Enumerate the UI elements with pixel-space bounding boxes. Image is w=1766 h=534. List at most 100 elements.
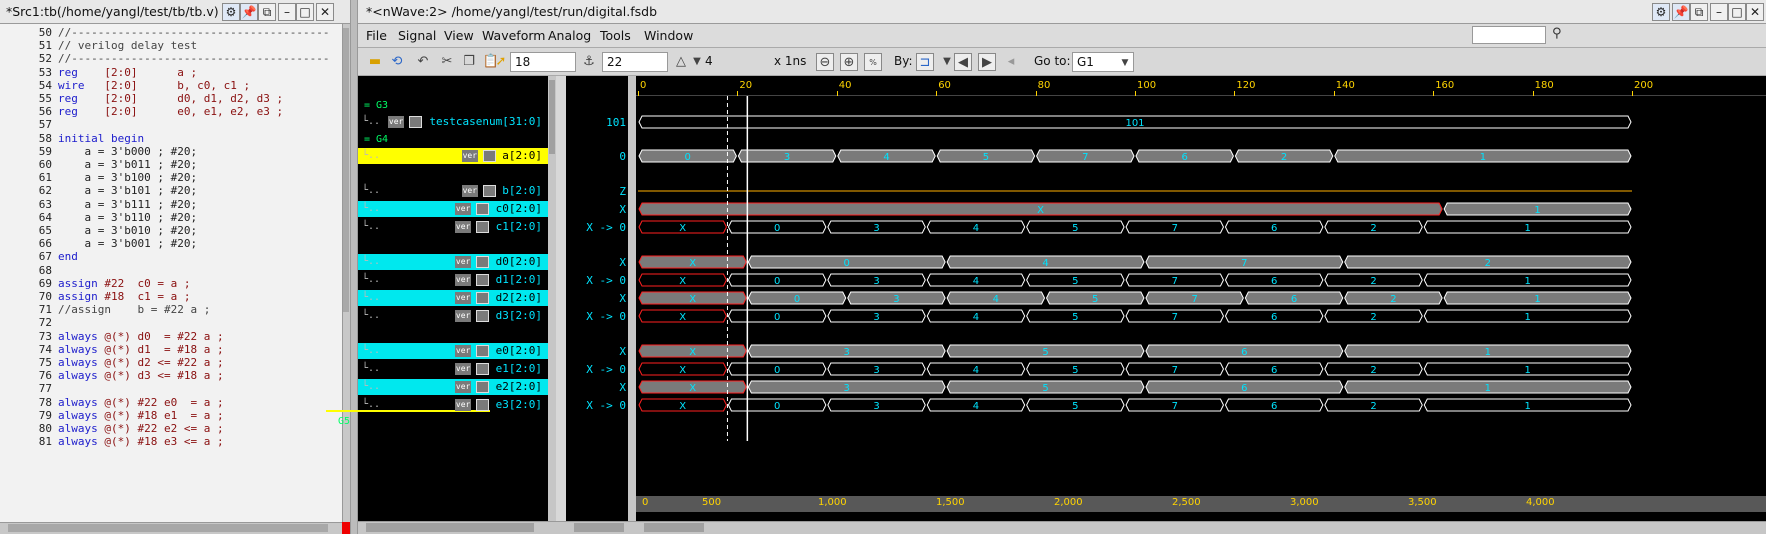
signal-format-icon[interactable] xyxy=(409,116,423,128)
signal-row[interactable]: └.. ver a[2:0] xyxy=(358,148,548,164)
cut-icon[interactable]: ✂ xyxy=(438,53,456,71)
waveform-horizontal-scroll-thumb[interactable] xyxy=(644,523,704,532)
signal-format-icon[interactable] xyxy=(476,274,490,286)
minimize-icon[interactable]: – xyxy=(278,3,296,21)
menu-file[interactable]: File xyxy=(366,28,387,43)
menu-waveform[interactable]: Waveform xyxy=(482,28,545,43)
signal-row[interactable]: └.. ver c0[2:0] xyxy=(358,201,548,217)
signal-row[interactable]: └.. ver e1[2:0] xyxy=(358,361,548,377)
menu-window[interactable]: Window xyxy=(644,28,693,43)
source-code-area[interactable]: 50 //------------------------------------… xyxy=(0,24,342,522)
maximize-icon[interactable]: □ xyxy=(1728,3,1746,21)
group-g4[interactable]: = G4 xyxy=(364,134,388,145)
group-g5[interactable]: G5 xyxy=(338,416,350,427)
marker-icon[interactable]: ⚓ xyxy=(580,53,598,71)
wave-value-label: 0 xyxy=(774,401,780,412)
signal-format-icon[interactable] xyxy=(476,292,490,304)
signal-row[interactable]: └.. ver e0[2:0] xyxy=(358,343,548,359)
signal-row[interactable]: └.. ver d2[2:0] xyxy=(358,290,548,306)
signal-row[interactable]: └.. ver b[2:0] xyxy=(358,183,548,199)
value-horizontal-scroll-thumb[interactable] xyxy=(574,523,624,532)
signal-row[interactable]: └.. ver c1[2:0] xyxy=(358,219,548,235)
signal-format-icon[interactable] xyxy=(476,345,490,357)
code-token: @(*) #18 e3 <= a ; xyxy=(97,435,224,449)
signal-horizontal-scroll-thumb[interactable] xyxy=(366,523,534,532)
cursor-time-field[interactable]: 18 xyxy=(510,52,576,72)
reload-icon[interactable]: ⟲ xyxy=(388,53,406,71)
chevron-down-icon[interactable]: ▼ xyxy=(1116,54,1134,72)
jump-icon[interactable]: ◂ xyxy=(1002,53,1020,71)
dock-icon[interactable]: ⧉ xyxy=(1690,3,1708,21)
search-icon[interactable]: ⚲ xyxy=(1552,26,1562,41)
line-number: 68 xyxy=(38,263,52,277)
signal-format-icon[interactable] xyxy=(476,399,490,411)
signal-vertical-scroll-thumb[interactable] xyxy=(549,80,555,154)
signal-format-icon[interactable] xyxy=(482,150,496,162)
dock-icon[interactable]: ⧉ xyxy=(258,3,276,21)
signal-row[interactable]: └.. ver d3[2:0] xyxy=(358,308,548,324)
group-g3[interactable]: = G3 xyxy=(364,100,388,111)
signal-name: d2[2:0] xyxy=(495,291,542,304)
signal-row[interactable]: └.. ver e2[2:0] xyxy=(358,379,548,395)
search-forward-icon[interactable]: ▶ xyxy=(978,53,996,71)
line-number: 81 xyxy=(38,435,52,449)
minimize-icon[interactable]: – xyxy=(1710,3,1728,21)
gear-icon[interactable]: ⚙ xyxy=(1652,3,1670,21)
zoom-out-icon[interactable]: ⊖ xyxy=(816,53,834,71)
source-vertical-scroll-thumb[interactable] xyxy=(343,28,349,312)
signal-type-tag: ver xyxy=(455,363,472,375)
line-number: 65 xyxy=(38,224,52,237)
menu-signal[interactable]: Signal xyxy=(398,28,436,43)
search-input[interactable] xyxy=(1472,26,1546,44)
signal-row[interactable]: └.. ver testcasenum[31:0] xyxy=(358,114,548,130)
signal-format-icon[interactable] xyxy=(476,381,490,393)
close-icon[interactable]: ✕ xyxy=(1746,3,1764,21)
source-horizontal-scroll-thumb[interactable] xyxy=(8,524,328,532)
undo-icon[interactable]: ↶ xyxy=(414,53,432,71)
menu-analog[interactable]: Analog xyxy=(548,28,591,43)
marker-time-field[interactable]: 22 xyxy=(602,52,668,72)
signal-row[interactable]: └.. ver d1[2:0] xyxy=(358,272,548,288)
copy-icon[interactable]: ❐ xyxy=(460,53,478,71)
code-token: //--------------------------------------… xyxy=(58,26,330,39)
signal-format-icon[interactable] xyxy=(476,310,490,322)
code-line: a = 3'b110 ; #20; xyxy=(58,211,197,224)
zoom-in-icon[interactable]: ⊕ xyxy=(840,53,858,71)
time-ruler[interactable] xyxy=(636,76,1766,96)
signal-format-icon[interactable] xyxy=(476,221,490,233)
wave-value-label: 4 xyxy=(973,401,979,412)
signal-format-icon[interactable] xyxy=(476,256,490,268)
zoom-fit-icon[interactable]: % xyxy=(864,53,882,71)
value-vertical-scrollbar[interactable] xyxy=(628,76,636,521)
line-number: 50 xyxy=(38,26,52,39)
signal-format-icon[interactable] xyxy=(476,203,490,215)
chevron-down-icon[interactable]: ▼ xyxy=(688,53,706,71)
wave-value-label: 0 xyxy=(774,312,780,323)
code-line: reg [2:0] a ; xyxy=(58,66,197,79)
window-splitter[interactable] xyxy=(350,0,358,534)
signal-format-icon[interactable] xyxy=(476,363,490,375)
cursor-tool-icon[interactable]: ➚ xyxy=(492,53,510,71)
search-by-icon[interactable]: ⊐ xyxy=(916,53,934,71)
signal-format-icon[interactable] xyxy=(482,185,496,197)
wave-value-label: 5 xyxy=(983,152,989,163)
signal-type-tag: ver xyxy=(455,292,472,304)
pin-icon[interactable]: 📌 xyxy=(240,3,258,21)
source-status-indicator xyxy=(342,522,350,534)
menu-view[interactable]: View xyxy=(444,28,474,43)
search-back-icon[interactable]: ◀ xyxy=(954,53,972,71)
line-number: 76 xyxy=(38,369,52,383)
gear-icon[interactable]: ⚙ xyxy=(222,3,240,21)
signal-row[interactable]: └.. ver d0[2:0] xyxy=(358,254,548,270)
pin-icon[interactable]: 📌 xyxy=(1672,3,1690,21)
menu-tools[interactable]: Tools xyxy=(600,28,631,43)
waveform-canvas[interactable]: 1010 3 4 5 7 6 2 1X 1X 0 3 4 5 7 6 2 1X 0 4 7 2X 0 3 4 5 7 6 2 1X 0 3 4… xyxy=(636,96,1766,496)
open-folder-icon[interactable]: ▬ xyxy=(366,53,384,71)
overview-ruler[interactable] xyxy=(636,496,1766,512)
maximize-icon[interactable]: □ xyxy=(296,3,314,21)
signal-row[interactable]: └.. ver e3[2:0] xyxy=(358,397,548,413)
code-token: reg xyxy=(58,105,78,119)
horizontal-scrollbars[interactable] xyxy=(358,521,1766,534)
line-number: 66 xyxy=(38,237,52,251)
close-icon[interactable]: ✕ xyxy=(316,3,334,21)
